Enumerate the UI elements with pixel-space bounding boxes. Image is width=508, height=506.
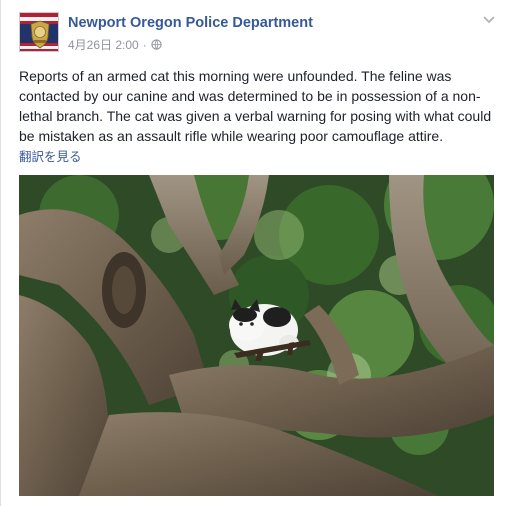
post-photo[interactable] xyxy=(19,175,494,496)
timestamp[interactable]: 4月26日 2:00 xyxy=(68,36,139,53)
post-meta: 4月26日 2:00 · xyxy=(68,36,162,53)
avatar[interactable] xyxy=(19,12,59,52)
facebook-post: Newport Oregon Police Department 4月26日 2… xyxy=(0,0,508,506)
globe-icon[interactable] xyxy=(151,39,162,50)
police-badge-icon xyxy=(20,13,58,51)
meta-separator: · xyxy=(142,37,147,52)
author-name[interactable]: Newport Oregon Police Department xyxy=(68,15,313,31)
chevron-down-icon[interactable] xyxy=(481,12,497,26)
cat-in-tree-photo xyxy=(19,175,494,496)
post-body-text: Reports of an armed cat this morning wer… xyxy=(19,68,492,144)
see-translation-link[interactable]: 翻訳を見る xyxy=(19,146,82,165)
post-header: Newport Oregon Police Department 4月26日 2… xyxy=(19,12,499,54)
